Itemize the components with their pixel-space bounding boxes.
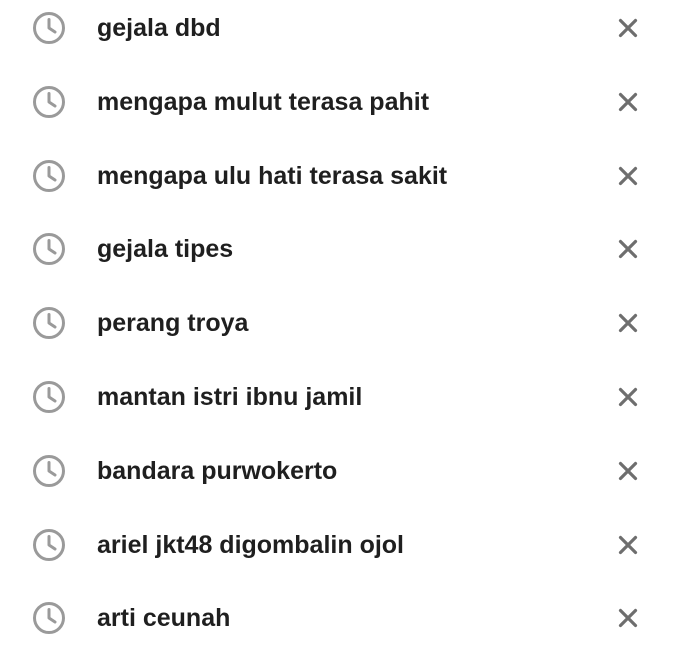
clock-icon xyxy=(33,86,65,118)
clock-icon xyxy=(33,307,65,339)
close-icon xyxy=(618,313,638,333)
clock-icon xyxy=(33,381,65,413)
close-icon xyxy=(618,461,638,481)
remove-button[interactable] xyxy=(606,6,650,50)
history-item[interactable]: arti ceunah xyxy=(0,590,680,646)
clock-icon xyxy=(33,529,65,561)
remove-button[interactable] xyxy=(606,80,650,124)
remove-button[interactable] xyxy=(606,154,650,198)
history-item[interactable]: gejala dbd xyxy=(0,0,680,56)
search-history-list: gejala dbd mengapa mulut terasa pahit me… xyxy=(0,0,680,664)
remove-button[interactable] xyxy=(606,523,650,567)
close-icon xyxy=(618,535,638,555)
clock-icon xyxy=(33,160,65,192)
history-item-label: mengapa mulut terasa pahit xyxy=(97,88,430,116)
history-item-label: mantan istri ibnu jamil xyxy=(97,383,363,411)
close-icon xyxy=(618,18,638,38)
remove-button[interactable] xyxy=(606,301,650,345)
history-item[interactable]: bandara purwokerto xyxy=(0,443,680,499)
history-item[interactable]: perang troya xyxy=(0,295,680,351)
history-item-label: gejala dbd xyxy=(97,14,221,42)
clock-icon xyxy=(33,455,65,487)
history-item[interactable]: mantan istri ibnu jamil xyxy=(0,369,680,425)
close-icon xyxy=(618,608,638,628)
close-icon xyxy=(618,239,638,259)
history-item-label: perang troya xyxy=(97,309,249,337)
close-icon xyxy=(618,387,638,407)
close-icon xyxy=(618,166,638,186)
clock-icon xyxy=(33,233,65,265)
remove-button[interactable] xyxy=(606,227,650,271)
history-item-label: arti ceunah xyxy=(97,604,231,632)
history-item[interactable]: gejala tipes xyxy=(0,221,680,277)
clock-icon xyxy=(33,602,65,634)
remove-button[interactable] xyxy=(606,596,650,640)
close-icon xyxy=(618,92,638,112)
history-item-label: bandara purwokerto xyxy=(97,457,338,485)
history-item[interactable]: mengapa ulu hati terasa sakit xyxy=(0,148,680,204)
history-item[interactable]: ariel jkt48 digombalin ojol xyxy=(0,517,680,573)
remove-button[interactable] xyxy=(606,375,650,419)
remove-button[interactable] xyxy=(606,449,650,493)
history-item[interactable]: mengapa mulut terasa pahit xyxy=(0,74,680,130)
history-item-label: mengapa ulu hati terasa sakit xyxy=(97,162,448,190)
history-item-label: gejala tipes xyxy=(97,235,234,263)
history-item-label: ariel jkt48 digombalin ojol xyxy=(97,531,405,559)
clock-icon xyxy=(33,12,65,44)
